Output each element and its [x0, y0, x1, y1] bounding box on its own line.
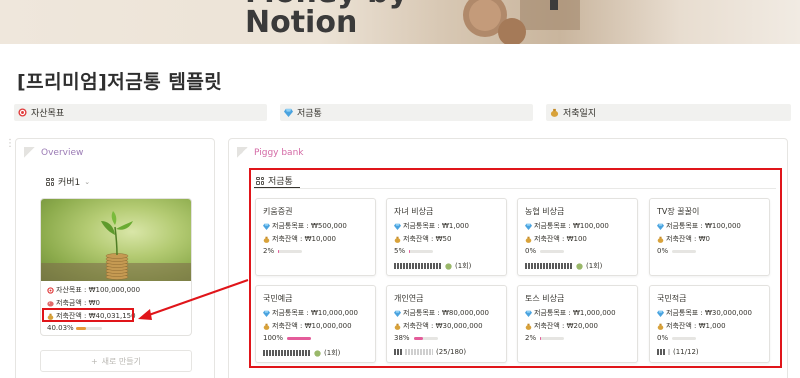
highlight-box-balance	[42, 308, 134, 322]
link-label: 저금통	[297, 109, 322, 119]
notion-page: Money by Notion [프리미엄]저금통 템플릿 자산목표 저금통 저…	[0, 0, 800, 378]
gem-icon	[284, 108, 293, 117]
progress-text: 40.03%	[47, 324, 74, 332]
view-label: 커버1	[58, 178, 81, 188]
overview-header: Overview	[24, 147, 83, 158]
plus-icon: +	[90, 356, 98, 366]
page-title: [프리미엄]저금통 템플릿	[17, 71, 223, 93]
link-piggy-bank[interactable]: 저금통	[280, 104, 533, 121]
link-label: 자산목표	[31, 109, 65, 119]
chevron-down-icon: ⌄	[84, 177, 91, 186]
cover-image	[41, 199, 191, 281]
money-bag-icon	[550, 108, 559, 117]
link-asset-goal[interactable]: 자산목표	[14, 104, 267, 121]
overview-title[interactable]: Overview	[41, 148, 83, 158]
link-savings-journal[interactable]: 저축일지	[546, 104, 791, 121]
highlight-box-piggy	[249, 168, 782, 368]
progress-bar	[75, 326, 102, 330]
asset-goal-row: 자산목표 : ₩100,000,000	[47, 285, 140, 295]
cover-banner: Money by Notion	[0, 0, 800, 44]
piggy-header: Piggy bank	[237, 147, 304, 158]
new-page-button[interactable]: + 새로 만들기	[40, 350, 192, 372]
plant-coins-image	[41, 211, 191, 281]
piggy-icon	[47, 300, 54, 307]
saved-amount-row: 저축금액 : ₩0	[47, 298, 100, 308]
progress-row: 40.03%	[47, 324, 102, 332]
cover-title: Money by Notion	[245, 0, 408, 40]
piggy-title[interactable]: Piggy bank	[254, 148, 304, 158]
page-corner-icon	[24, 147, 35, 158]
page-corner-icon	[237, 147, 248, 158]
coins-illustration-icon	[463, 0, 580, 44]
asset-goal-text: 자산목표 : ₩100,000,000	[56, 286, 141, 294]
target-icon	[18, 108, 27, 117]
saved-amount-text: 저축금액 : ₩0	[56, 299, 100, 307]
link-label: 저축일지	[563, 109, 597, 119]
target-icon	[47, 286, 54, 294]
red-arrow-icon	[138, 279, 249, 320]
gallery-icon	[46, 177, 54, 186]
overview-view-selector[interactable]: 커버1 ⌄	[46, 175, 90, 188]
new-page-label: 새로 만들기	[101, 356, 142, 366]
